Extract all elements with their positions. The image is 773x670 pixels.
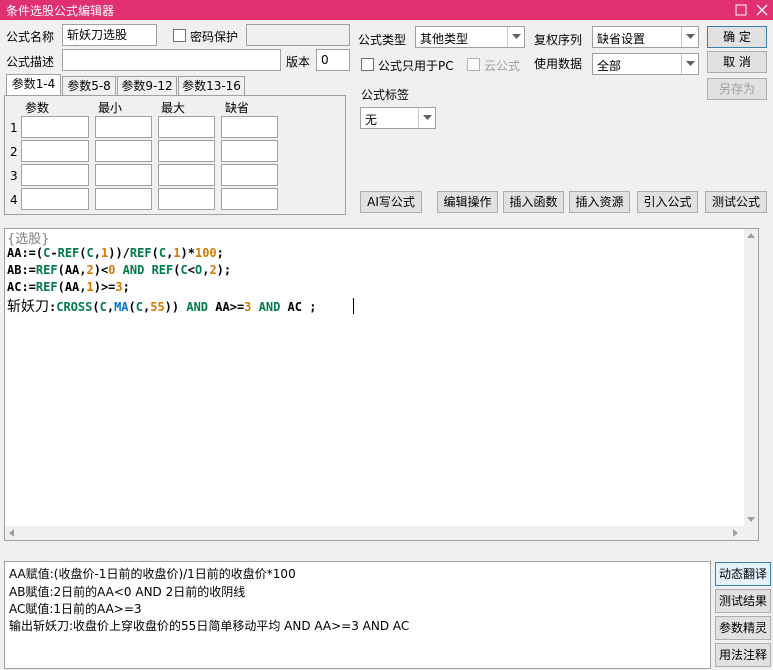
param-min-cell[interactable] [95, 188, 152, 210]
version-label: 版本 [286, 55, 311, 69]
pc-only-label: 公式只用于PC [378, 59, 454, 73]
explain-line: 输出斩妖刀:收盘价上穿收盘价的55日简单移动平均 AND AA>=3 AND A… [9, 619, 410, 633]
param-min-cell[interactable] [95, 164, 152, 186]
param-default-cell[interactable] [221, 116, 278, 138]
tab-params-5-8[interactable]: 参数5-8 [62, 76, 116, 96]
name-label: 公式名称 [6, 30, 55, 44]
desc-label: 公式描述 [6, 55, 55, 69]
param-row-number: 1 [10, 121, 18, 135]
code-line-2: AB:=REF(AA,2)<0 AND REF(C<O,2); [7, 263, 232, 277]
ok-button[interactable]: 确 定 [707, 26, 767, 48]
tag-label: 公式标签 [361, 88, 410, 102]
type-select[interactable]: 其他类型 [415, 26, 525, 48]
tag-value: 无 [365, 113, 378, 127]
explain-line: AB赋值:2日前的AA<0 AND 2日前的收阴线 [9, 585, 246, 599]
param-max-cell[interactable] [158, 116, 215, 138]
password-checkbox[interactable] [173, 29, 186, 42]
title-bar: 条件选股公式编辑器 [0, 0, 773, 20]
horizontal-scrollbar[interactable] [5, 526, 744, 540]
param-max-cell[interactable] [158, 188, 215, 210]
cloud-label: 云公式 [484, 59, 521, 73]
param-tuner-button[interactable]: 参数精灵 [715, 616, 771, 640]
vertical-scrollbar[interactable] [744, 229, 758, 540]
explain-line: AC赋值:1日前的AA>=3 [9, 602, 142, 616]
param-default-cell[interactable] [221, 188, 278, 210]
ai-write-button[interactable]: AI写公式 [360, 191, 422, 213]
param-max-cell[interactable] [158, 140, 215, 162]
scroll-right-icon [733, 529, 738, 537]
pc-only-checkbox[interactable] [361, 58, 374, 71]
chevron-down-icon [418, 108, 435, 128]
explain-line: AA赋值:(收盘价-1日前的收盘价)/1日前的收盘价*100 [9, 567, 296, 581]
desc-input[interactable] [62, 49, 281, 71]
param-header-name: 参数 [25, 101, 50, 115]
param-name-cell[interactable] [21, 188, 89, 210]
param-name-cell[interactable] [21, 140, 89, 162]
code-line-4: 斩妖刀:CROSS(C,MA(C,55)) AND AA>=3 AND AC ; [7, 299, 317, 315]
test-result-button[interactable]: 测试结果 [715, 589, 771, 613]
window-title: 条件选股公式编辑器 [6, 4, 115, 18]
scroll-down-icon [747, 517, 755, 522]
insert-resource-button[interactable]: 插入资源 [569, 191, 630, 213]
use-data-select[interactable]: 全部 [592, 53, 699, 75]
text-cursor [353, 298, 354, 314]
tab-params-9-12[interactable]: 参数9-12 [117, 76, 177, 96]
param-name-cell[interactable] [21, 164, 89, 186]
use-data-label: 使用数据 [534, 57, 583, 71]
import-formula-button[interactable]: 引入公式 [637, 191, 698, 213]
chevron-down-icon [507, 27, 524, 47]
test-formula-button[interactable]: 测试公式 [705, 191, 767, 213]
code-line-1: AA:=(C-REF(C,1))/REF(C,1)*100; [7, 246, 224, 260]
edit-operation-button[interactable]: 编辑操作 [437, 191, 498, 213]
scroll-up-icon [747, 233, 755, 238]
param-header-default: 缺省 [225, 101, 250, 115]
name-input[interactable]: 斩妖刀选股 [62, 24, 157, 46]
maximize-icon[interactable] [730, 0, 752, 20]
password-input [246, 24, 350, 46]
usage-note-button[interactable]: 用法注释 [715, 643, 771, 667]
cloud-checkbox [467, 58, 480, 71]
param-row-number: 3 [10, 169, 18, 183]
version-input[interactable]: 0 [316, 49, 350, 71]
save-as-button: 另存为 [707, 78, 767, 100]
code-editor[interactable]: {选股} AA:=(C-REF(C,1))/REF(C,1)*100; AB:=… [4, 228, 759, 541]
explanation-panel: AA赋值:(收盘价-1日前的收盘价)/1日前的收盘价*100 AB赋值:2日前的… [4, 561, 711, 669]
param-default-cell[interactable] [221, 164, 278, 186]
dynamic-translate-button[interactable]: 动态翻译 [715, 562, 771, 586]
code-line-3: AC:=REF(AA,1)>=3; [7, 280, 130, 294]
param-max-cell[interactable] [158, 164, 215, 186]
password-label: 密码保护 [190, 30, 239, 44]
param-header-min: 最小 [98, 101, 123, 115]
tab-params-1-4[interactable]: 参数1-4 [6, 74, 61, 96]
tab-params-13-16[interactable]: 参数13-16 [178, 76, 245, 96]
chevron-down-icon [681, 27, 698, 47]
code-comment: {选股} [7, 232, 50, 247]
type-value: 其他类型 [420, 32, 469, 46]
tag-select[interactable]: 无 [360, 107, 436, 129]
close-icon[interactable] [751, 0, 773, 20]
fq-value: 缺省设置 [597, 32, 646, 46]
cancel-button[interactable]: 取 消 [707, 51, 767, 73]
chevron-down-icon [681, 54, 698, 74]
param-min-cell[interactable] [95, 140, 152, 162]
param-row-number: 4 [10, 193, 18, 207]
param-name-cell[interactable] [21, 116, 89, 138]
param-min-cell[interactable] [95, 116, 152, 138]
fq-label: 复权序列 [534, 33, 583, 47]
param-default-cell[interactable] [221, 140, 278, 162]
param-row-number: 2 [10, 145, 18, 159]
scroll-left-icon [9, 529, 14, 537]
fq-select[interactable]: 缺省设置 [592, 26, 699, 48]
insert-function-button[interactable]: 插入函数 [503, 191, 564, 213]
param-header-max: 最大 [161, 101, 186, 115]
use-data-value: 全部 [597, 59, 622, 73]
type-label: 公式类型 [358, 33, 407, 47]
